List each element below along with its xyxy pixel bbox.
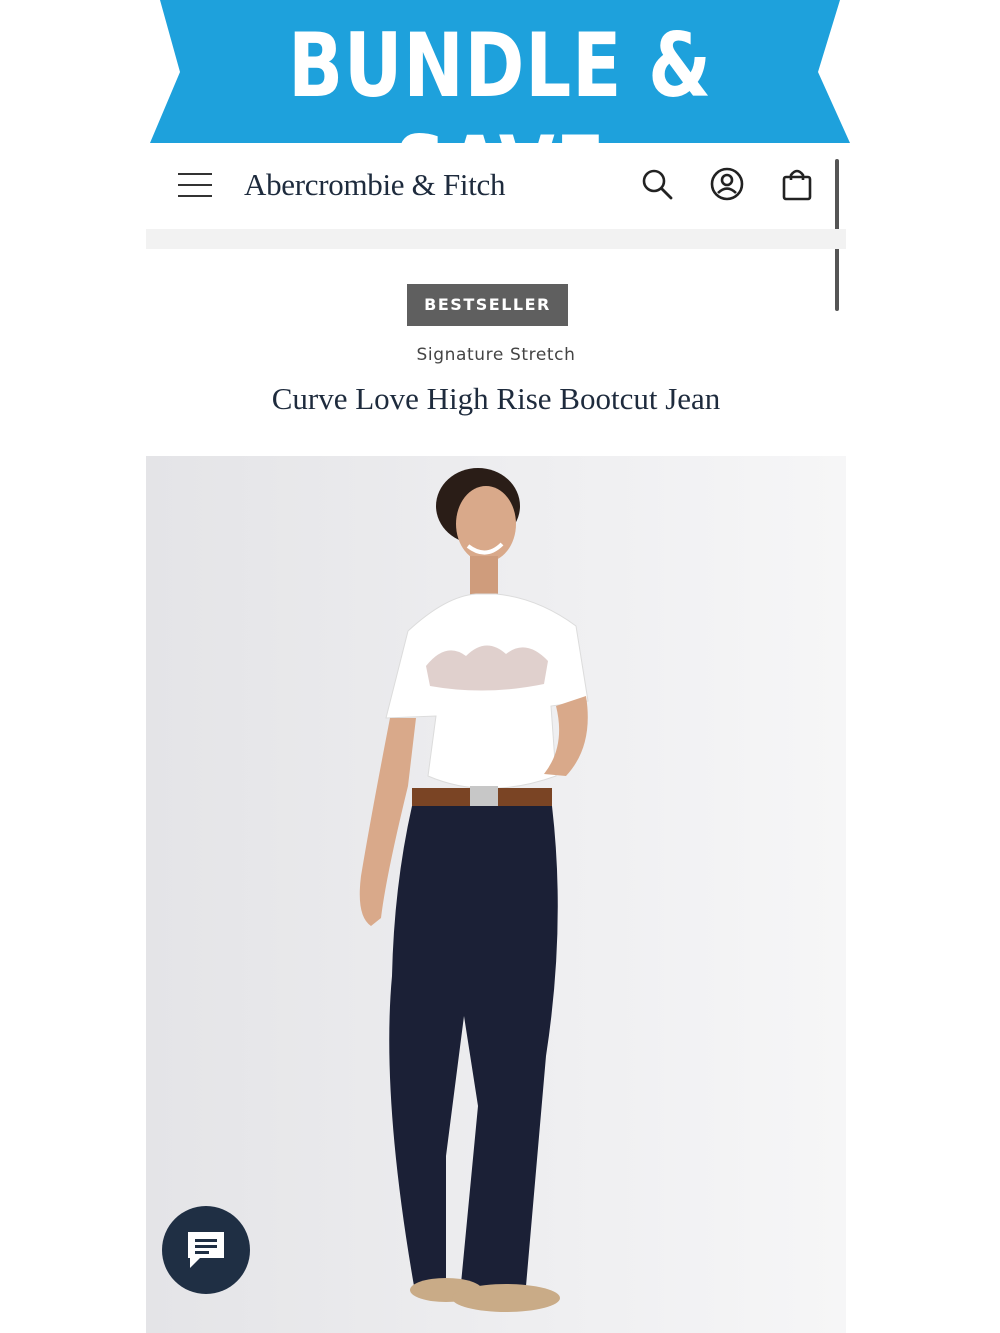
- product-title: Curve Love High Rise Bootcut Jean: [271, 381, 721, 416]
- site-header: Abercrombie & Fitch: [146, 143, 836, 229]
- shopping-bag-icon[interactable]: [780, 167, 814, 201]
- chat-icon: [188, 1232, 224, 1268]
- promo-banner: BUNDLE & SAVE: [150, 0, 850, 220]
- search-icon[interactable]: [640, 167, 674, 201]
- header-divider-bar: [146, 229, 846, 249]
- chat-button[interactable]: [162, 1206, 250, 1294]
- product-image[interactable]: [146, 456, 846, 1333]
- brand-logo[interactable]: Abercrombie & Fitch: [244, 167, 505, 203]
- menu-icon[interactable]: [178, 173, 212, 199]
- bestseller-badge: BESTSELLER: [407, 284, 568, 326]
- product-collection: Signature Stretch: [416, 345, 576, 365]
- product-page: Abercrombie & Fitch BESTSELLER Signature…: [146, 143, 846, 1333]
- account-icon[interactable]: [710, 167, 744, 201]
